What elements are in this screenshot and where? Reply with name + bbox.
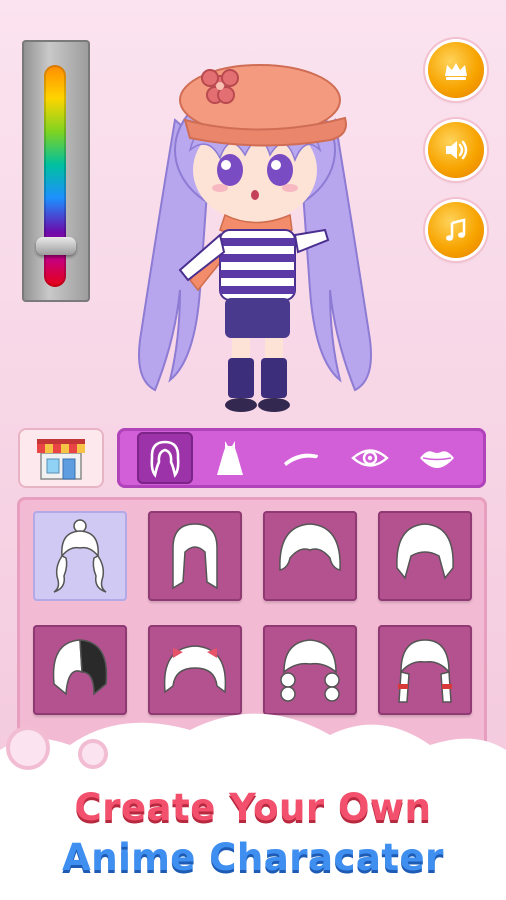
color-slider-thumb[interactable] bbox=[36, 237, 76, 255]
tab-dress[interactable] bbox=[202, 432, 258, 484]
dress-icon bbox=[217, 441, 243, 475]
eye-icon bbox=[351, 449, 389, 467]
crown-button[interactable] bbox=[428, 42, 484, 98]
sound-button[interactable] bbox=[428, 122, 484, 178]
music-note-icon bbox=[446, 218, 466, 241]
shop-button[interactable] bbox=[18, 428, 104, 488]
character-preview bbox=[138, 64, 372, 412]
hair-item-1[interactable] bbox=[33, 511, 127, 601]
hair-item-2[interactable] bbox=[148, 511, 242, 601]
category-tabs bbox=[117, 428, 486, 488]
hair-item-4[interactable] bbox=[378, 511, 472, 601]
color-slider[interactable] bbox=[22, 40, 90, 302]
hair-wide-bangs-icon bbox=[279, 523, 341, 571]
eyebrow-icon bbox=[284, 453, 318, 466]
lips-icon bbox=[420, 451, 454, 468]
sound-icon bbox=[446, 140, 468, 160]
tab-hair[interactable] bbox=[137, 432, 193, 484]
tab-eyebrow[interactable] bbox=[273, 432, 329, 484]
hair-bob-icon bbox=[396, 523, 454, 580]
tab-eyes[interactable] bbox=[342, 432, 398, 484]
headline-line-1: Create Your Own bbox=[74, 786, 432, 829]
hair-icon bbox=[150, 440, 180, 478]
hair-item-3[interactable] bbox=[263, 511, 357, 601]
tab-lips[interactable] bbox=[409, 432, 465, 484]
headline-line-2: Anime Characater bbox=[62, 836, 444, 879]
crown-icon bbox=[445, 63, 467, 80]
music-button[interactable] bbox=[428, 202, 484, 258]
hair-bun-twintails-icon bbox=[53, 519, 107, 593]
shop-icon bbox=[37, 439, 85, 480]
hair-straight-long-icon bbox=[172, 523, 218, 590]
